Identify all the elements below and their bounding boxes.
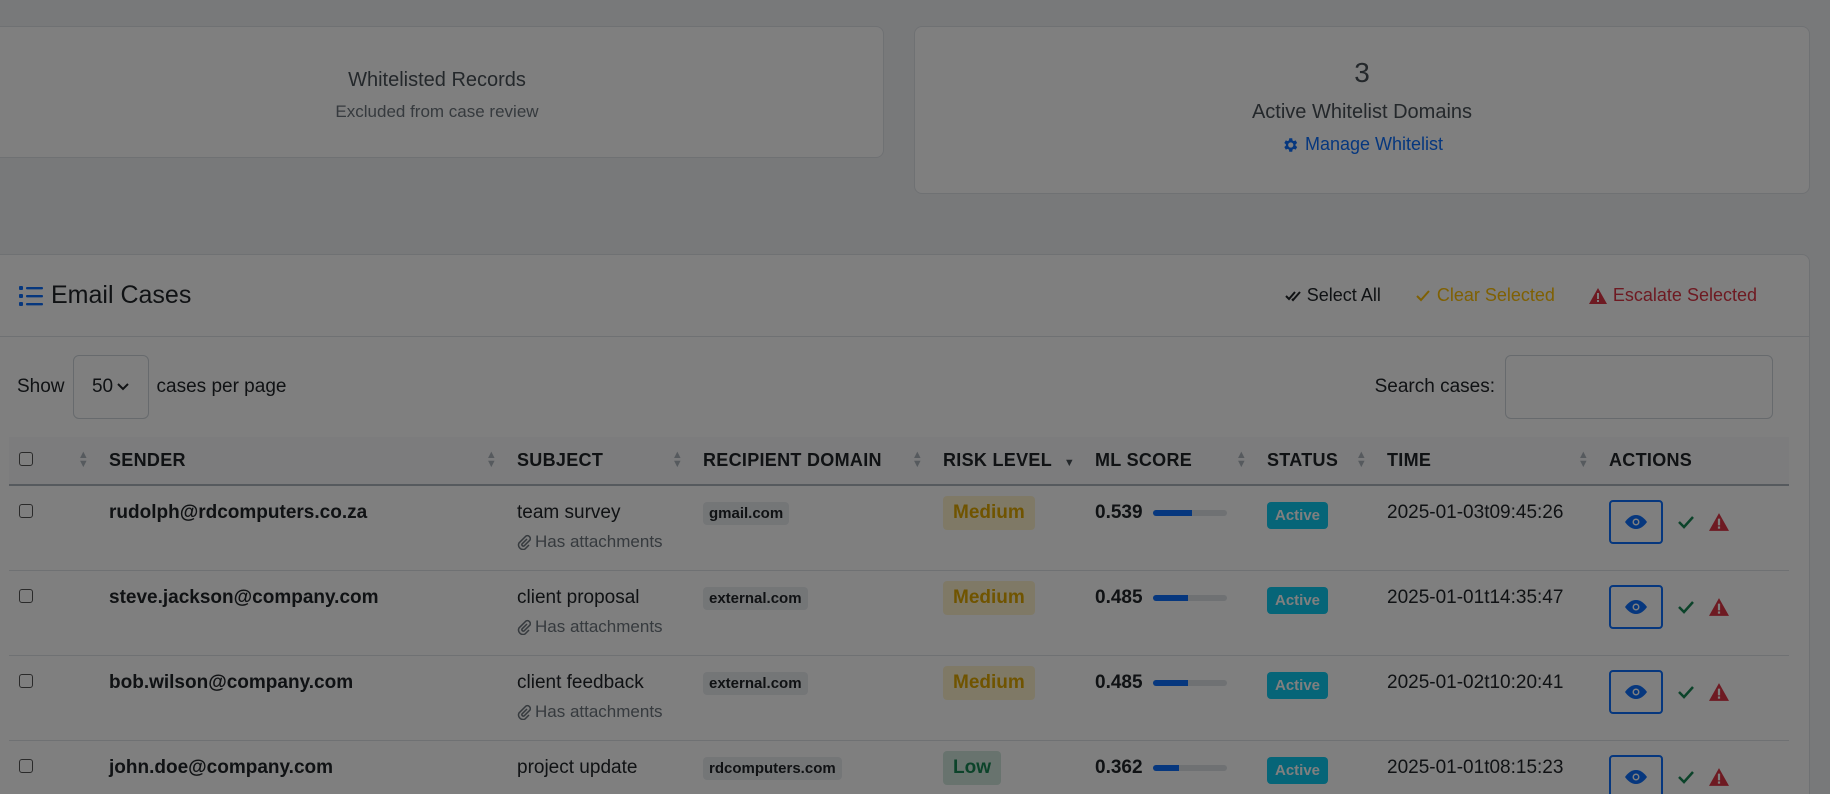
modal-backdrop[interactable] — [0, 0, 1830, 794]
